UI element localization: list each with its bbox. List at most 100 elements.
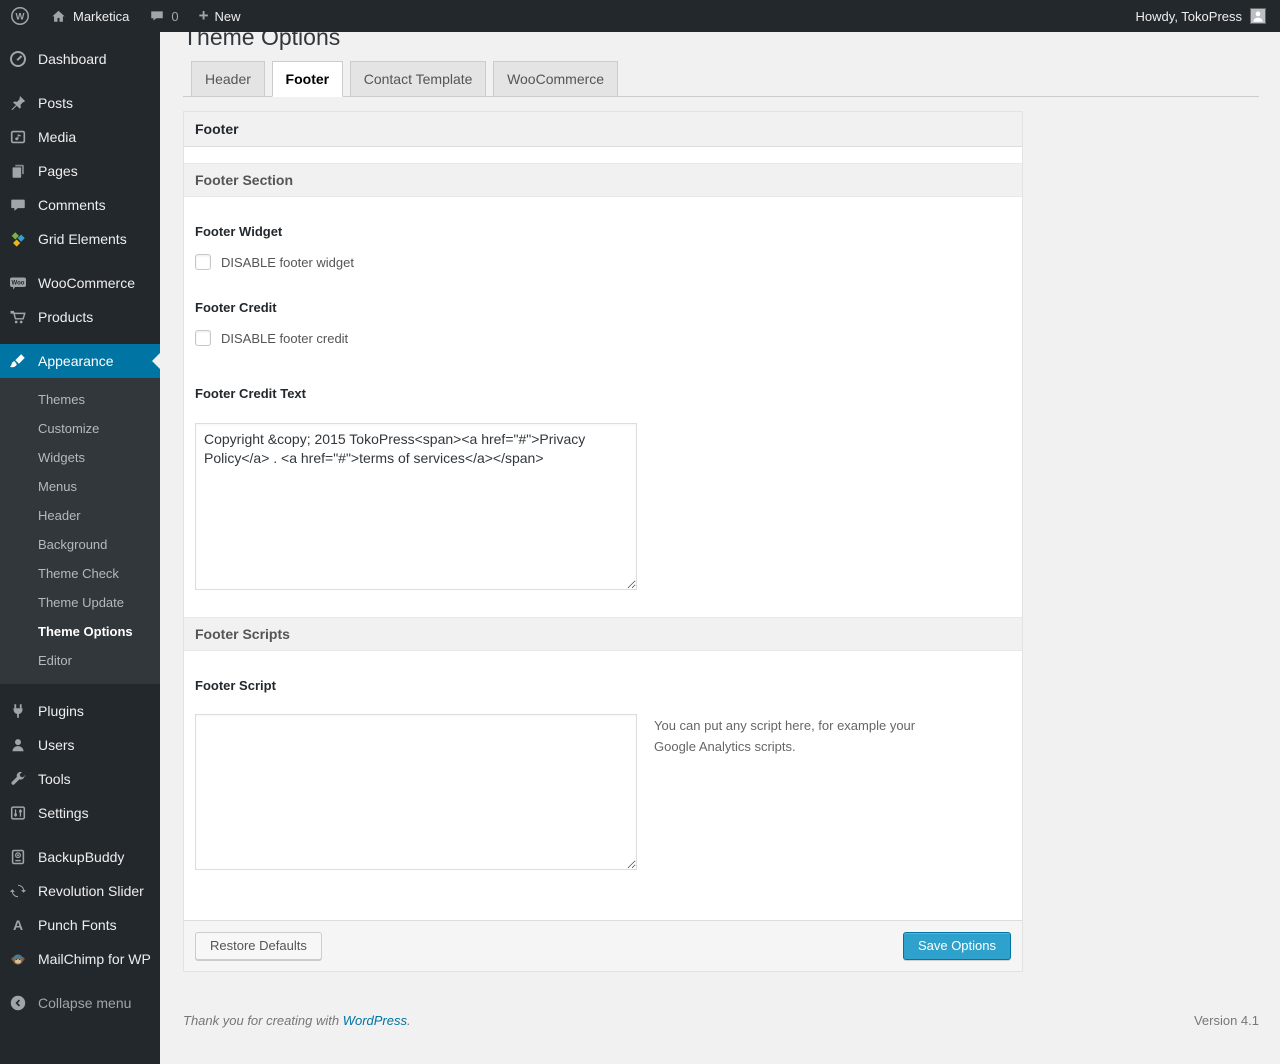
sidebar-subitem-header[interactable]: Header bbox=[0, 501, 160, 530]
paintbrush-icon bbox=[8, 351, 28, 371]
tab-header[interactable]: Header bbox=[191, 61, 265, 97]
footer-section-header: Footer Section bbox=[184, 163, 1022, 197]
footer-credit-checkbox-row: DISABLE footer credit bbox=[195, 330, 1011, 346]
sidebar-item-plugins[interactable]: Plugins bbox=[0, 694, 160, 728]
tab-contact-template[interactable]: Contact Template bbox=[349, 61, 487, 97]
sidebar-item-dashboard[interactable]: Dashboard bbox=[0, 42, 160, 76]
sidebar-item-revolution-slider[interactable]: Revolution Slider bbox=[0, 874, 160, 908]
sidebar-subitem-menus[interactable]: Menus bbox=[0, 472, 160, 501]
home-icon bbox=[50, 8, 67, 25]
sidebar-item-punch-fonts[interactable]: A Punch Fonts bbox=[0, 908, 160, 942]
sidebar-subitem-editor[interactable]: Editor bbox=[0, 646, 160, 675]
sidebar-item-grid-elements[interactable]: Grid Elements bbox=[0, 222, 160, 256]
backup-drive-icon bbox=[8, 847, 28, 867]
sidebar-subitem-widgets[interactable]: Widgets bbox=[0, 443, 160, 472]
comment-bubble-icon bbox=[8, 195, 28, 215]
collapse-arrow-icon bbox=[8, 993, 28, 1013]
disable-footer-widget-label: DISABLE footer widget bbox=[221, 254, 354, 270]
shopping-cart-icon bbox=[8, 307, 28, 327]
dashboard-gauge-icon bbox=[8, 49, 28, 69]
sidebar-subitem-theme-check[interactable]: Theme Check bbox=[0, 559, 160, 588]
menu-separator bbox=[0, 334, 160, 344]
sidebar-subitem-theme-options[interactable]: Theme Options bbox=[0, 617, 160, 646]
footer-script-label: Footer Script bbox=[195, 678, 276, 693]
mailchimp-monkey-icon bbox=[8, 949, 28, 969]
tab-footer[interactable]: Footer bbox=[271, 61, 344, 97]
tab-woocommerce[interactable]: WooCommerce bbox=[493, 61, 619, 97]
grid-pinwheel-icon bbox=[8, 229, 28, 249]
panel-spacer bbox=[184, 147, 1022, 163]
new-menu[interactable]: + New bbox=[189, 0, 251, 32]
panel-header: Footer bbox=[184, 112, 1022, 147]
theme-options-panel: Footer Footer Section Footer Widget DISA… bbox=[183, 111, 1023, 972]
sidebar-item-tools[interactable]: Tools bbox=[0, 762, 160, 796]
thanks-text: Thank you for creating with WordPress. bbox=[183, 1013, 411, 1028]
svg-text:Woo: Woo bbox=[12, 281, 25, 287]
pages-icon bbox=[8, 161, 28, 181]
sidebar-subitem-background[interactable]: Background bbox=[0, 530, 160, 559]
disable-footer-credit-label: DISABLE footer credit bbox=[221, 330, 349, 346]
plus-icon: + bbox=[198, 5, 209, 25]
account-menu[interactable]: Howdy, TokoPress bbox=[1136, 0, 1280, 32]
wordpress-logo-menu[interactable]: W bbox=[0, 0, 40, 32]
sidebar-item-pages[interactable]: Pages bbox=[0, 154, 160, 188]
menu-separator bbox=[0, 976, 160, 986]
tab-bar: Header Footer Contact Template WooCommer… bbox=[183, 61, 1259, 97]
svg-text:W: W bbox=[16, 12, 25, 23]
site-name: Marketica bbox=[73, 8, 130, 24]
version-text: Version 4.1 bbox=[1193, 1013, 1259, 1028]
sidebar-item-backupbuddy[interactable]: BackupBuddy bbox=[0, 840, 160, 874]
user-icon bbox=[8, 735, 28, 755]
footer-widget-label: Footer Widget bbox=[195, 224, 283, 239]
footer-script-help-text: You can put any script here, for example… bbox=[654, 718, 916, 754]
footer-script-input[interactable] bbox=[195, 714, 637, 870]
sidebar-subitem-themes[interactable]: Themes bbox=[0, 385, 160, 414]
footer-widget-checkbox-row: DISABLE footer widget bbox=[195, 254, 1011, 270]
new-label: New bbox=[214, 8, 241, 24]
wordpress-logo-icon: W bbox=[10, 6, 30, 26]
wordpress-link[interactable]: WordPress bbox=[343, 1013, 407, 1028]
sidebar-item-settings[interactable]: Settings bbox=[0, 796, 160, 830]
sidebar-item-users[interactable]: Users bbox=[0, 728, 160, 762]
restore-defaults-button[interactable]: Restore Defaults bbox=[195, 932, 322, 960]
menu-separator bbox=[0, 256, 160, 266]
footer-scripts-body: Footer Script You can put any script her… bbox=[184, 651, 1022, 920]
sliders-icon bbox=[8, 803, 28, 823]
save-options-button[interactable]: Save Options bbox=[902, 932, 1011, 960]
sidebar-item-posts[interactable]: Posts bbox=[0, 86, 160, 120]
sidebar-subitem-customize[interactable]: Customize bbox=[0, 414, 160, 443]
sidebar-item-mailchimp[interactable]: MailChimp for WP bbox=[0, 942, 160, 976]
pushpin-icon bbox=[8, 93, 28, 113]
footer-scripts-header: Footer Scripts bbox=[184, 617, 1022, 651]
avatar bbox=[1250, 8, 1266, 24]
menu-separator bbox=[0, 684, 160, 694]
footer-credit-text-input[interactable]: Copyright &copy; 2015 TokoPress<span><a … bbox=[195, 423, 637, 590]
sidebar-item-comments[interactable]: Comments bbox=[0, 188, 160, 222]
admin-sidebar: Dashboard Posts Media Pages Comments Gri… bbox=[0, 32, 160, 1064]
main-content: Theme Options Header Footer Contact Temp… bbox=[160, 0, 1280, 1028]
footer-section-body: Footer Widget DISABLE footer widget Foot… bbox=[184, 197, 1022, 617]
sidebar-subitem-theme-update[interactable]: Theme Update bbox=[0, 588, 160, 617]
media-icon bbox=[8, 127, 28, 147]
admin-bar: W Marketica 0 + New Howdy, TokoPress bbox=[0, 0, 1280, 32]
sidebar-item-media[interactable]: Media bbox=[0, 120, 160, 154]
comment-bubble-icon bbox=[149, 8, 165, 24]
howdy-text: Howdy, TokoPress bbox=[1135, 8, 1242, 24]
sidebar-item-woocommerce[interactable]: Woo WooCommerce bbox=[0, 266, 160, 300]
sidebar-item-products[interactable]: Products bbox=[0, 300, 160, 334]
letter-a-icon: A bbox=[12, 917, 24, 933]
sidebar-item-collapse-menu[interactable]: Collapse menu bbox=[0, 986, 160, 1020]
disable-footer-credit-checkbox[interactable] bbox=[195, 330, 211, 346]
panel-footer: Restore Defaults Save Options bbox=[184, 920, 1022, 971]
comments-count: 0 bbox=[171, 8, 179, 24]
plug-icon bbox=[8, 701, 28, 721]
disable-footer-widget-checkbox[interactable] bbox=[195, 254, 211, 270]
site-menu[interactable]: Marketica bbox=[40, 0, 139, 32]
sidebar-item-appearance[interactable]: Appearance bbox=[0, 344, 160, 378]
admin-footer: Thank you for creating with WordPress. V… bbox=[183, 1013, 1259, 1028]
woocommerce-badge-icon: Woo bbox=[8, 273, 28, 293]
wrench-icon bbox=[8, 769, 28, 789]
footer-credit-text-label: Footer Credit Text bbox=[195, 386, 306, 401]
comments-menu[interactable]: 0 bbox=[139, 0, 188, 32]
menu-separator bbox=[0, 830, 160, 840]
